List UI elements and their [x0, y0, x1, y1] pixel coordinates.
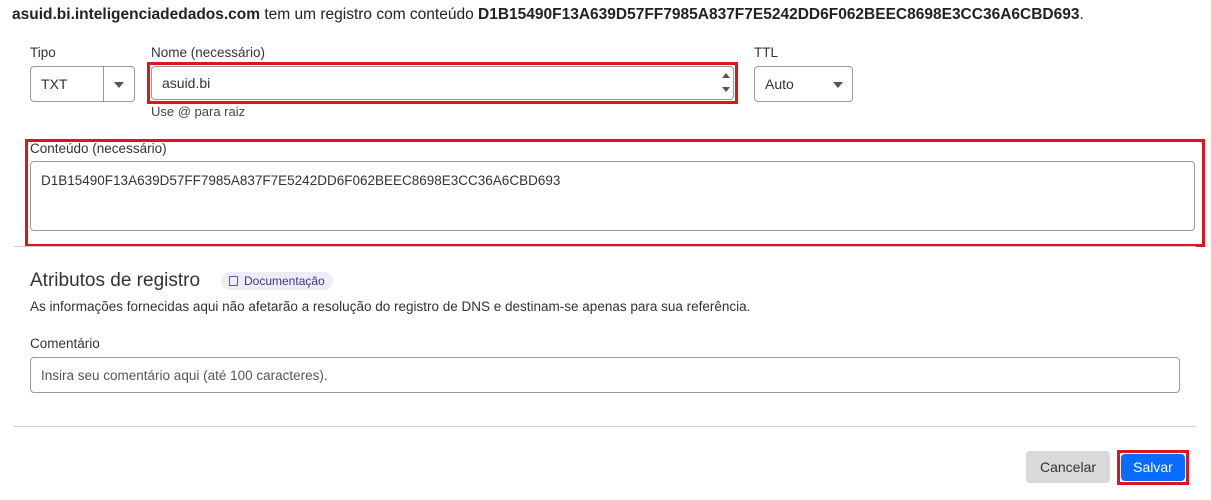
nome-value: asuid.bi [162, 75, 211, 91]
ttl-value: Auto [765, 76, 794, 92]
tipo-select[interactable]: TXT [30, 66, 135, 102]
summary-end: . [1079, 6, 1084, 23]
book-icon [229, 276, 238, 286]
conteudo-label: Conteúdo (necessário) [30, 141, 167, 156]
summary-content: D1B15490F13A639D57FF7985A837F7E5242DD6F0… [478, 6, 1080, 23]
chevron-down-icon [114, 82, 124, 88]
record-summary: asuid.bi.inteligenciadedados.com tem um … [12, 6, 1084, 24]
nome-hint: Use @ para raiz [151, 104, 246, 119]
ttl-select[interactable]: Auto [754, 66, 853, 102]
summary-middle: tem um registro com conteúdo [260, 6, 479, 23]
atributos-description: As informações fornecidas aqui não afeta… [30, 299, 751, 314]
nome-label: Nome (necessário) [151, 45, 266, 60]
comentario-input[interactable]: Insira seu comentário aqui (até 100 cara… [30, 357, 1180, 393]
summary-domain: asuid.bi.inteligenciadedados.com [12, 6, 261, 23]
conteudo-value: D1B15490F13A639D57FF7985A837F7E5242DD6F0… [41, 173, 561, 188]
atributos-title: Atributos de registro [30, 270, 201, 291]
nome-input[interactable]: asuid.bi [151, 66, 734, 100]
chevron-down-icon [833, 82, 843, 88]
stepper-down-icon[interactable] [722, 87, 730, 92]
comentario-label: Comentário [30, 336, 100, 351]
footer-divider [14, 426, 1196, 427]
documentation-link[interactable]: Documentação [221, 272, 333, 290]
divider [14, 246, 1196, 247]
cancel-button[interactable]: Cancelar [1026, 451, 1110, 483]
comentario-placeholder: Insira seu comentário aqui (até 100 cara… [41, 368, 328, 383]
conteudo-textarea[interactable]: D1B15490F13A639D57FF7985A837F7E5242DD6F0… [30, 161, 1195, 231]
stepper-up-icon[interactable] [722, 73, 730, 78]
tipo-value: TXT [41, 76, 68, 92]
tipo-label: Tipo [30, 45, 56, 60]
ttl-label: TTL [754, 45, 779, 60]
save-button[interactable]: Salvar [1121, 454, 1185, 481]
documentation-label: Documentação [244, 274, 325, 288]
